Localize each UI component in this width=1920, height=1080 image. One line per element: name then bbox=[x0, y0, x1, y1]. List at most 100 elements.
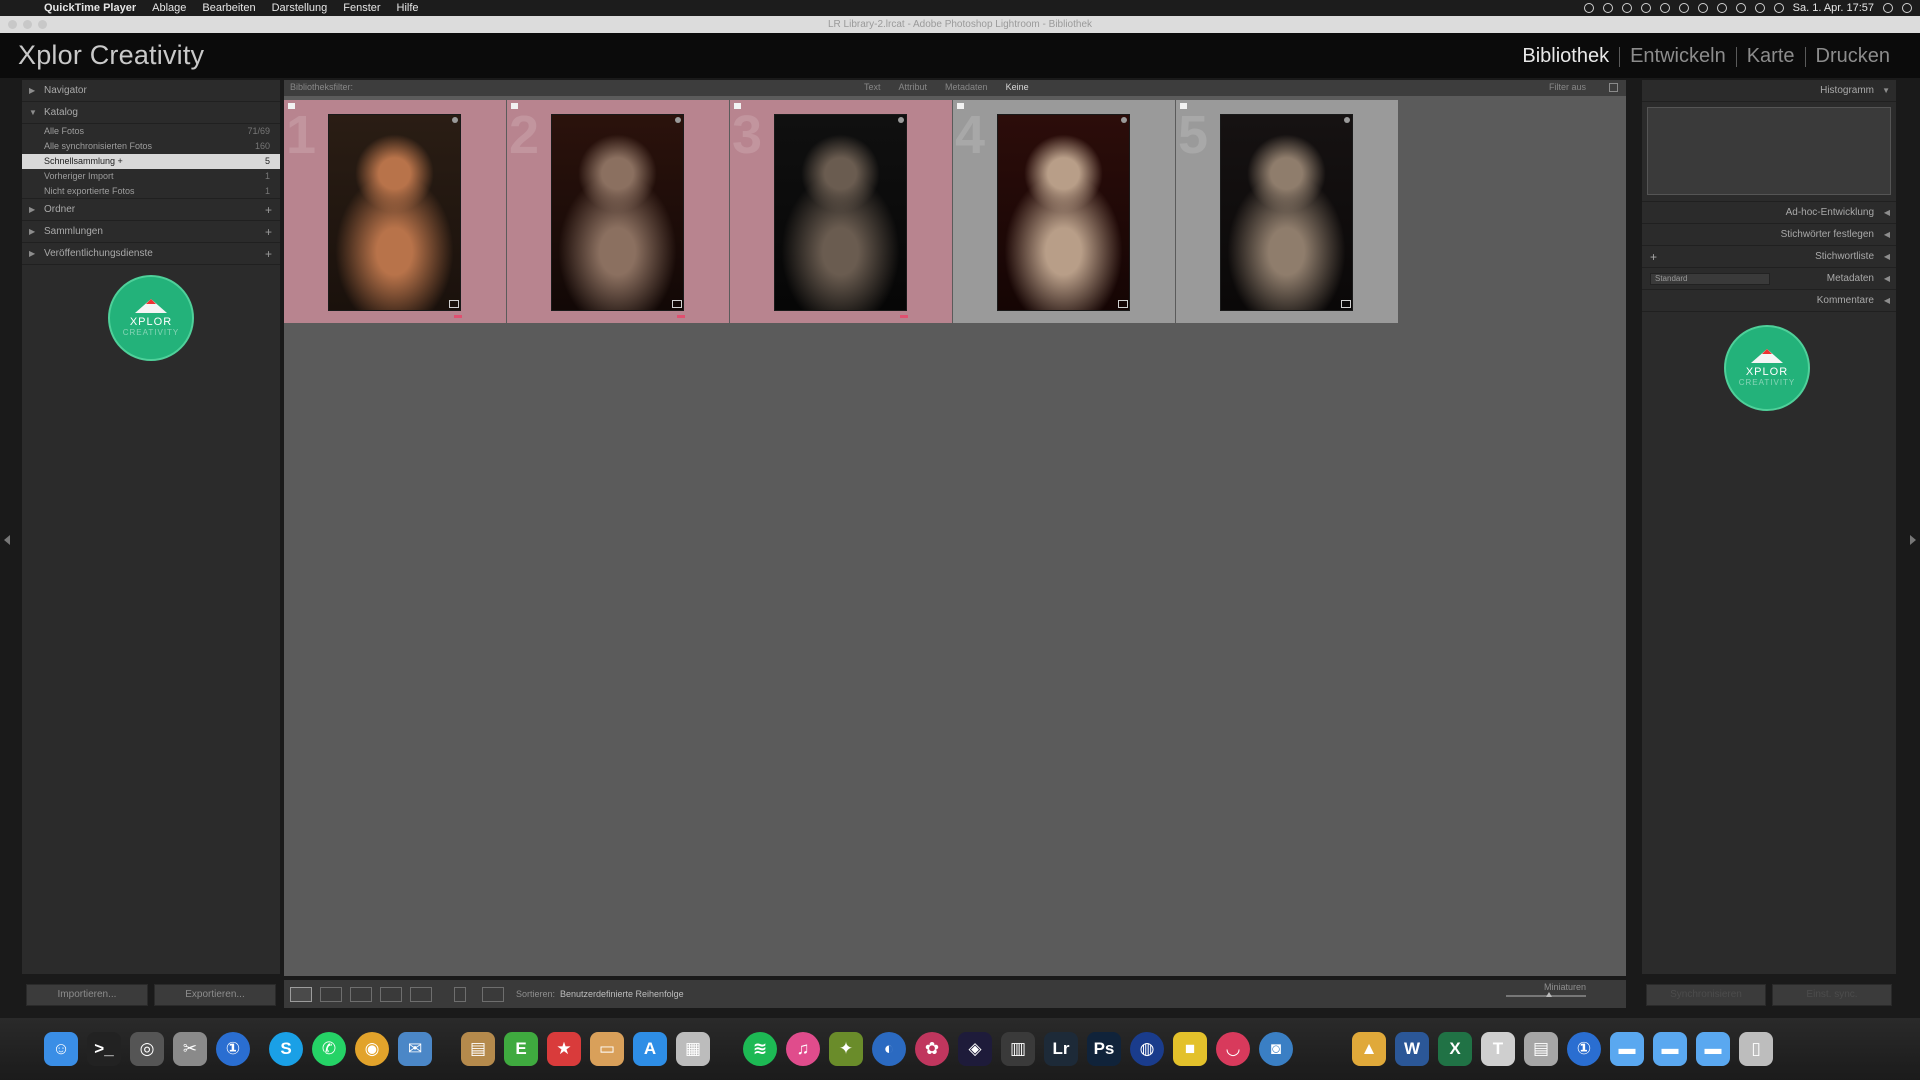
module-entwickeln[interactable]: Entwickeln bbox=[1620, 45, 1736, 68]
resolve-icon[interactable]: ✿ bbox=[915, 1032, 949, 1066]
bookmark-icon[interactable]: ★ bbox=[547, 1032, 581, 1066]
photo-thumbnail[interactable] bbox=[551, 114, 684, 311]
minimize-window-button[interactable] bbox=[23, 20, 32, 29]
catalog-item-quick-collection[interactable]: Schnellsammlung + 5 bbox=[22, 154, 280, 169]
metadata-status-icon[interactable] bbox=[1344, 117, 1350, 123]
module-karte[interactable]: Karte bbox=[1737, 45, 1805, 68]
record-icon[interactable] bbox=[1583, 3, 1594, 13]
catalog-item-all-photos[interactable]: Alle Fotos 71/69 bbox=[22, 124, 280, 139]
photo-thumbnail[interactable] bbox=[774, 114, 907, 311]
sync-button[interactable]: Synchronisieren bbox=[1646, 984, 1766, 1006]
shield-icon[interactable] bbox=[1678, 3, 1689, 13]
catalog-item-previous-import[interactable]: Vorheriger Import 1 bbox=[22, 169, 280, 184]
notes-icon[interactable]: ▤ bbox=[461, 1032, 495, 1066]
grid-view-icon[interactable] bbox=[290, 987, 312, 1002]
quick-develop-header[interactable]: Ad-hoc-Entwicklung ◀ bbox=[1642, 202, 1896, 224]
menu-darstellung[interactable]: Darstellung bbox=[264, 2, 336, 14]
photo-thumbnail[interactable] bbox=[328, 114, 461, 311]
painter-icon[interactable] bbox=[454, 987, 466, 1002]
skype-icon[interactable]: S bbox=[269, 1032, 303, 1066]
import-button[interactable]: Importieren... bbox=[26, 984, 148, 1006]
sync-settings-button[interactable]: Einst. sync. bbox=[1772, 984, 1892, 1006]
word-icon[interactable]: W bbox=[1395, 1032, 1429, 1066]
battery-icon[interactable] bbox=[1773, 3, 1784, 13]
launchpad-icon[interactable]: ◎ bbox=[130, 1032, 164, 1066]
metadata-preset-select[interactable]: Standard bbox=[1650, 273, 1770, 285]
navigator-header[interactable]: ▶ Navigator bbox=[22, 80, 280, 102]
keynote-icon[interactable]: T bbox=[1481, 1032, 1515, 1066]
tools-icon[interactable]: ✂ bbox=[173, 1032, 207, 1066]
pick-flag-icon[interactable] bbox=[734, 103, 741, 109]
onepassword-icon-2[interactable]: ① bbox=[1567, 1032, 1601, 1066]
mail-icon[interactable]: ✉ bbox=[398, 1032, 432, 1066]
menu-hilfe[interactable]: Hilfe bbox=[389, 2, 427, 14]
filter-tab-text[interactable]: Text bbox=[864, 82, 881, 92]
onepassword-icon[interactable]: ① bbox=[216, 1032, 250, 1066]
screenshot-icon[interactable]: ◙ bbox=[1259, 1032, 1293, 1066]
user-icon[interactable] bbox=[1602, 3, 1613, 13]
compare-view-icon[interactable] bbox=[350, 987, 372, 1002]
bluetooth-icon[interactable] bbox=[1735, 3, 1746, 13]
close-window-button[interactable] bbox=[8, 20, 17, 29]
dropbox-icon[interactable] bbox=[1621, 3, 1632, 13]
add-keyword-icon[interactable]: + bbox=[1650, 246, 1657, 268]
filter-tab-none[interactable]: Keine bbox=[1006, 82, 1029, 92]
metadata-status-icon[interactable] bbox=[1121, 117, 1127, 123]
photoshop-icon[interactable]: Ps bbox=[1087, 1032, 1121, 1066]
wifi-icon[interactable] bbox=[1754, 3, 1765, 13]
comments-header[interactable]: Kommentare ◀ bbox=[1642, 290, 1896, 312]
pick-flag-icon[interactable] bbox=[288, 103, 295, 109]
edited-badge-icon[interactable] bbox=[1341, 300, 1351, 308]
sort-direction-icon[interactable] bbox=[482, 987, 504, 1002]
cloud-icon[interactable] bbox=[1640, 3, 1651, 13]
finder-icon[interactable]: ☺ bbox=[44, 1032, 78, 1066]
metadata-header[interactable]: Standard Metadaten ◀ bbox=[1642, 268, 1896, 290]
grid-cell[interactable]: 3 bbox=[730, 100, 952, 323]
menu-clock[interactable]: Sa. 1. Apr. 17:57 bbox=[1793, 2, 1874, 14]
add-collection-icon[interactable]: + bbox=[265, 221, 272, 243]
folders-header[interactable]: ▶ Ordner + bbox=[22, 199, 280, 221]
edited-badge-icon[interactable] bbox=[1118, 300, 1128, 308]
menu-ablage[interactable]: Ablage bbox=[144, 2, 194, 14]
cocktail-icon[interactable]: ✦ bbox=[829, 1032, 863, 1066]
filter-tab-attribute[interactable]: Attribut bbox=[899, 82, 928, 92]
catalog-header[interactable]: ▼ Katalog bbox=[22, 102, 280, 124]
pick-flag-icon[interactable] bbox=[957, 103, 964, 109]
globe-icon[interactable]: ◍ bbox=[1130, 1032, 1164, 1066]
quick-collection-mark-icon[interactable] bbox=[454, 315, 462, 318]
evernote-icon[interactable]: E bbox=[504, 1032, 538, 1066]
whatsapp-icon[interactable]: ✆ bbox=[312, 1032, 346, 1066]
histogram-header[interactable]: Histogramm ▼ bbox=[1642, 80, 1896, 102]
quick-collection-mark-icon[interactable] bbox=[677, 315, 685, 318]
itunes-icon[interactable]: ♫ bbox=[786, 1032, 820, 1066]
module-drucken[interactable]: Drucken bbox=[1806, 45, 1900, 68]
grid-cell[interactable]: 5 bbox=[1176, 100, 1398, 323]
lightroom-icon[interactable]: Lr bbox=[1044, 1032, 1078, 1066]
add-publish-service-icon[interactable]: + bbox=[265, 243, 272, 265]
premiere-icon[interactable]: ◈ bbox=[958, 1032, 992, 1066]
browser-icon[interactable]: ◐ bbox=[872, 1032, 906, 1066]
photo-thumbnail[interactable] bbox=[1220, 114, 1353, 311]
thumbnail-size-slider[interactable] bbox=[1506, 992, 1586, 997]
people-view-icon[interactable] bbox=[410, 987, 432, 1002]
grid-cell[interactable]: 2 bbox=[507, 100, 729, 323]
left-panel-toggle-icon[interactable] bbox=[4, 535, 10, 545]
metadata-status-icon[interactable] bbox=[452, 117, 458, 123]
metadata-status-icon[interactable] bbox=[675, 117, 681, 123]
keywording-header[interactable]: Stichwörter festlegen ◀ bbox=[1642, 224, 1896, 246]
sort-order-select[interactable]: Benutzerdefinierte Reihenfolge bbox=[560, 989, 684, 999]
trash-icon[interactable]: ▯ bbox=[1739, 1032, 1773, 1066]
folder-icon-2[interactable]: ▬ bbox=[1653, 1032, 1687, 1066]
files-icon[interactable]: ▤ bbox=[1524, 1032, 1558, 1066]
catalog-item-synced-photos[interactable]: Alle synchronisierten Fotos 160 bbox=[22, 139, 280, 154]
edited-badge-icon[interactable] bbox=[449, 300, 459, 308]
color-app-icon[interactable]: ■ bbox=[1173, 1032, 1207, 1066]
survey-view-icon[interactable] bbox=[380, 987, 402, 1002]
metadata-status-icon[interactable] bbox=[898, 117, 904, 123]
pick-flag-icon[interactable] bbox=[1180, 103, 1187, 109]
chrome-icon[interactable]: ◉ bbox=[355, 1032, 389, 1066]
module-bibliothek[interactable]: Bibliothek bbox=[1512, 45, 1619, 68]
lock-icon[interactable] bbox=[1609, 83, 1618, 92]
maps-icon[interactable]: ▲ bbox=[1352, 1032, 1386, 1066]
grid-cell[interactable]: 4 bbox=[953, 100, 1175, 323]
